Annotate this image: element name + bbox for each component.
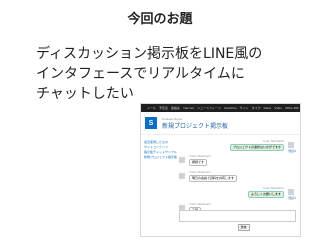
chat-post: Yuuki Takahashi 順調です [179, 154, 296, 168]
nav-link-people[interactable]: 連絡先 [171, 106, 180, 110]
nav-link-yammer[interactable]: Yammer [183, 106, 194, 110]
chat-post: Yuuki Takahashi よろしくお願いします 既読1 [179, 186, 296, 200]
chat-bubble: 順調です [189, 159, 208, 166]
post-author: Yuuki Takahashi [189, 154, 211, 158]
nav-link-calendar[interactable]: 予定表 [159, 106, 168, 110]
message-input[interactable] [179, 210, 296, 222]
chat-bubble: プロジェクトの進捗はいかがですか [229, 144, 284, 151]
read-receipt: 既読1 [288, 196, 296, 200]
suite-bar: メール 予定表 連絡先 Yammer ニュースフィード OneDrive サイト… [141, 104, 300, 112]
chat-post: Yuuki Takahashi プロジェクトの進捗はいかがですか 既読2 [179, 139, 296, 153]
embedded-screenshot: メール 予定表 連絡先 Yammer ニュースフィード OneDrive サイト… [140, 103, 301, 237]
page-title: 新規プロジェクト掲示板 [162, 123, 229, 130]
avatar [288, 142, 294, 148]
nav-link-tasks[interactable]: タスク [252, 106, 261, 110]
chat-area: Yuuki Takahashi プロジェクトの進捗はいかがですか 既読2 Yuu… [179, 137, 296, 236]
slide-body: ディスカッション掲示板をLINE風の インタフェースでリアルタイムに チャットし… [36, 44, 296, 104]
slide-title: 今回のお題 [127, 12, 193, 27]
chat-bubble: 明日の会議で資料を共有します [189, 175, 238, 182]
avatar [179, 157, 185, 163]
nav-link-newsfeed[interactable]: ニュースフィード [197, 106, 221, 110]
post-author: Yuuki Takahashi [189, 202, 211, 206]
nav-link-onedrive[interactable]: OneDrive [224, 106, 237, 110]
avatar [179, 173, 185, 179]
post-author: Yuuki Takahashi [189, 170, 211, 174]
read-receipt: 既読2 [288, 149, 296, 153]
nav-link-office[interactable]: Office 365 [285, 106, 299, 110]
nav-link-mail[interactable]: メール [147, 106, 156, 110]
avatar [288, 189, 294, 195]
site-header: S Contoso Demo 新規プロジェクト掲示板 [141, 112, 300, 135]
chat-post: Yuuki Takahashi 明日の会議で資料を共有します [179, 170, 296, 184]
slide-body-line: ディスカッション掲示板をLINE風の [36, 46, 263, 62]
nav-link-delve[interactable]: Delve [264, 106, 272, 110]
slide-body-line: インタフェースでリアルタイムに [36, 66, 245, 82]
nav-link-sites[interactable]: サイト [240, 106, 249, 110]
nav-link-video[interactable]: Video [274, 106, 282, 110]
send-button[interactable]: 送信 [237, 224, 250, 231]
sharepoint-logo-icon: S [145, 117, 157, 129]
post-author: Yuuki Takahashi [262, 186, 284, 190]
chat-bubble: よろしくお願いします [247, 191, 284, 198]
slide-body-line: チャットしたい [36, 86, 134, 102]
sidebar: 最近使用したもの サイトコンテンツ 掲示板チャットサンプル 新規プロジェクト掲示… [141, 137, 183, 236]
post-author: Yuuki Takahashi [262, 139, 284, 143]
sidebar-item-project-board[interactable]: 新規プロジェクト掲示板 [144, 155, 180, 160]
